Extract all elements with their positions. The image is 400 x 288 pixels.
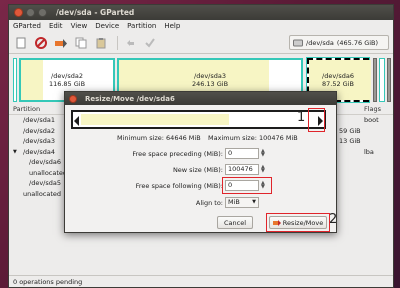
annotation-number-1: 1	[297, 110, 306, 125]
row-partition: /dev/sda6	[29, 158, 61, 167]
copy-icon[interactable]	[73, 35, 89, 51]
new-size-row: New size (MiB): 100476 ▲ ▼	[65, 164, 336, 176]
spin-arrows-icon[interactable]: ▲ ▼	[261, 165, 265, 174]
row-partition: /dev/sda3	[23, 137, 55, 146]
resize-move-icon[interactable]	[53, 35, 69, 51]
row-partition: /dev/sda5	[29, 179, 61, 188]
partition-name: /dev/sda2	[51, 72, 83, 80]
minimize-window-button[interactable]	[26, 8, 35, 17]
row-partition: unallocated	[23, 189, 62, 198]
highlight-box-handle	[308, 108, 325, 132]
row-partition: /dev/sda1	[23, 116, 55, 125]
align-value: MiB	[228, 198, 240, 206]
device-selector[interactable]: /dev/sda (465.76 GiB)	[289, 35, 389, 50]
new-size-input[interactable]: 100476	[225, 164, 259, 175]
menu-device[interactable]: Device	[95, 22, 119, 30]
row-partition: /dev/sda2	[23, 126, 55, 135]
resize-move-dialog: Resize/Move /dev/sda6 1 Minimum size: 64…	[64, 91, 337, 233]
partition-name: /dev/sda3	[194, 72, 226, 80]
dialog-title: Resize/Move /dev/sda6	[85, 94, 175, 103]
device-name: /dev/sda	[306, 38, 334, 47]
expander-icon[interactable]: ▼	[13, 149, 17, 155]
status-bar: 0 operations pending	[9, 275, 393, 287]
close-window-button[interactable]	[14, 8, 23, 17]
partition-size: 116.85 GiB	[48, 80, 86, 88]
align-select[interactable]: MiB ▼	[225, 197, 259, 208]
annotation-number-2: 2	[329, 212, 338, 227]
free-following-label: Free space following (MiB):	[135, 182, 223, 190]
new-partition-icon[interactable]	[13, 35, 29, 51]
menu-edit[interactable]: Edit	[49, 22, 63, 30]
cancel-button[interactable]: Cancel	[217, 216, 253, 229]
free-preceding-label: Free space preceding (MiB):	[132, 150, 223, 158]
unallocated-block[interactable]	[373, 58, 377, 102]
row-partition: unallocated	[29, 168, 68, 177]
harddisk-icon	[293, 39, 303, 47]
toolbar: /dev/sda (465.76 GiB)	[9, 32, 393, 54]
minimum-size-text: Minimum size: 64646 MiB	[117, 134, 201, 142]
row-partition: /dev/sda4	[23, 147, 55, 156]
resize-slider[interactable]	[71, 110, 326, 129]
menu-bar: GParted Edit View Device Partition Help	[9, 20, 393, 32]
paste-icon[interactable]	[93, 35, 109, 51]
used-space-fill	[81, 114, 229, 125]
unallocated-block[interactable]	[387, 58, 391, 102]
partition-block-sda5[interactable]	[379, 58, 385, 102]
highlight-box-free-following	[222, 177, 272, 194]
maximize-window-button[interactable]	[38, 8, 47, 17]
partition-size: 87.52 GiB	[322, 80, 354, 88]
cancel-label: Cancel	[223, 218, 247, 227]
free-preceding-input[interactable]: 0	[225, 148, 259, 159]
close-dialog-button[interactable]	[69, 94, 77, 103]
menu-help[interactable]: Help	[164, 22, 180, 30]
window-title: /dev/sda - GParted	[56, 8, 135, 17]
menu-view[interactable]: View	[71, 22, 88, 30]
partition-size: 246.13 GiB	[191, 80, 229, 88]
left-resize-handle[interactable]	[74, 116, 79, 126]
row-size: 13 GiB	[339, 137, 361, 146]
title-bar: /dev/sda - GParted	[9, 5, 393, 20]
free-preceding-row: Free space preceding (MiB): 0 ▲ ▼	[65, 148, 336, 160]
column-flags[interactable]: Flags	[364, 105, 381, 113]
device-size: (465.76 GiB)	[336, 38, 379, 47]
new-size-label: New size (MiB):	[172, 166, 223, 174]
align-row: Align to: MiB ▼	[65, 197, 336, 209]
dialog-title-bar: Resize/Move /dev/sda6	[65, 92, 336, 105]
column-partition[interactable]: Partition	[13, 105, 40, 113]
row-size: 59 GiB	[339, 126, 361, 135]
apply-icon[interactable]	[142, 35, 158, 51]
maximum-size-text: Maximum size: 100476 MiB	[208, 134, 298, 142]
menu-gparted[interactable]: GParted	[13, 22, 41, 30]
menu-partition[interactable]: Partition	[127, 22, 156, 30]
free-following-row: Free space following (MiB): 0 ▲ ▼	[65, 180, 336, 192]
undo-icon[interactable]	[122, 35, 138, 51]
row-flags: lba	[364, 147, 374, 156]
partition-name: /dev/sda6	[322, 72, 354, 80]
status-text: 0 operations pending	[13, 277, 83, 286]
align-label: Align to:	[195, 199, 223, 207]
delete-icon[interactable]	[33, 35, 49, 51]
dropdown-arrow-icon: ▼	[252, 199, 256, 205]
spin-arrows-icon[interactable]: ▲ ▼	[261, 149, 265, 158]
toolbar-separator	[117, 35, 118, 50]
partition-block-sda1[interactable]	[13, 58, 17, 102]
row-flags: boot	[364, 116, 379, 125]
highlight-box-resize-button	[266, 213, 330, 232]
